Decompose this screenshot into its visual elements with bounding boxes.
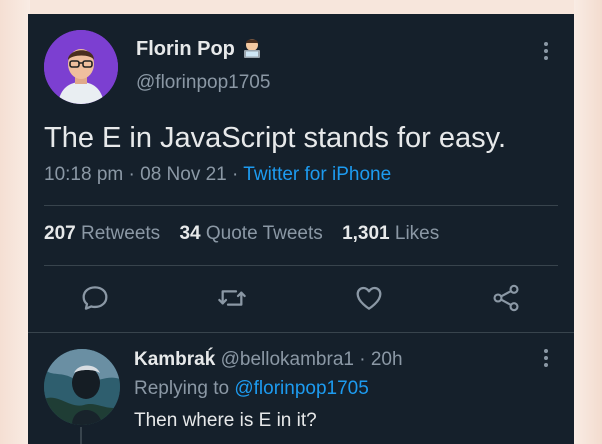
reply-more-options-icon[interactable] <box>536 347 556 369</box>
quote-tweets-label: Quote Tweets <box>205 223 323 244</box>
thread-line <box>80 427 82 444</box>
share-button[interactable] <box>490 282 522 314</box>
quote-tweets-count: 34 <box>179 223 201 244</box>
reply-header: Kambraḱ @bellokambra1 · 20h <box>134 349 403 371</box>
author-name[interactable]: Florin Pop <box>136 38 235 61</box>
author-avatar[interactable] <box>44 30 118 104</box>
reply-time[interactable]: 20h <box>371 349 403 370</box>
meta-separator: · <box>353 349 371 370</box>
reply-author-avatar[interactable] <box>44 349 120 425</box>
like-button[interactable] <box>353 282 385 314</box>
retweets-label: Retweets <box>80 223 161 244</box>
meta-separator: · <box>232 164 244 185</box>
reply-author-name[interactable]: Kambraḱ <box>134 349 215 370</box>
replying-to-mention[interactable]: @florinpop1705 <box>234 378 368 399</box>
more-options-icon[interactable] <box>536 40 556 62</box>
background-right <box>574 0 602 444</box>
tweet-source-link[interactable]: Twitter for iPhone <box>243 164 391 185</box>
retweet-icon <box>218 290 246 306</box>
technologist-emoji-icon <box>240 37 264 59</box>
quote-tweets-stat[interactable]: 34 Quote Tweets <box>179 223 322 244</box>
tweet-time: 10:18 pm <box>44 164 124 185</box>
retweets-stat[interactable]: 207 Retweets <box>44 223 160 244</box>
meta-separator: · <box>128 164 141 185</box>
tweet-date[interactable]: 08 Nov 21 <box>140 164 227 185</box>
background-left <box>0 0 30 444</box>
tweet-stats: 207 Retweets 34 Quote Tweets 1,301 Likes <box>44 223 453 245</box>
author-handle[interactable]: @florinpop1705 <box>136 72 270 94</box>
share-icon <box>493 284 519 312</box>
replying-prefix: Replying to <box>134 378 230 399</box>
likes-count: 1,301 <box>342 223 390 244</box>
reply-icon <box>82 286 108 310</box>
tweet-card: Florin Pop @florinpop1705 The E in JavaS… <box>28 14 574 444</box>
reply-author-handle[interactable]: @bellokambra1 <box>221 349 354 370</box>
reply-text: Then where is E in it? <box>134 410 317 431</box>
retweet-button[interactable] <box>216 282 248 314</box>
likes-stat[interactable]: 1,301 Likes <box>342 223 439 244</box>
likes-label: Likes <box>394 223 440 244</box>
divider <box>44 205 558 206</box>
like-icon <box>356 286 382 310</box>
replying-to: Replying to @florinpop1705 <box>134 378 369 400</box>
reply-separator <box>28 332 574 333</box>
reply-button[interactable] <box>79 282 111 314</box>
tweet-meta: 10:18 pm · 08 Nov 21 · Twitter for iPhon… <box>44 164 391 186</box>
retweets-count: 207 <box>44 223 76 244</box>
divider <box>44 265 558 266</box>
tweet-text: The E in JavaScript stands for easy. <box>44 122 507 154</box>
